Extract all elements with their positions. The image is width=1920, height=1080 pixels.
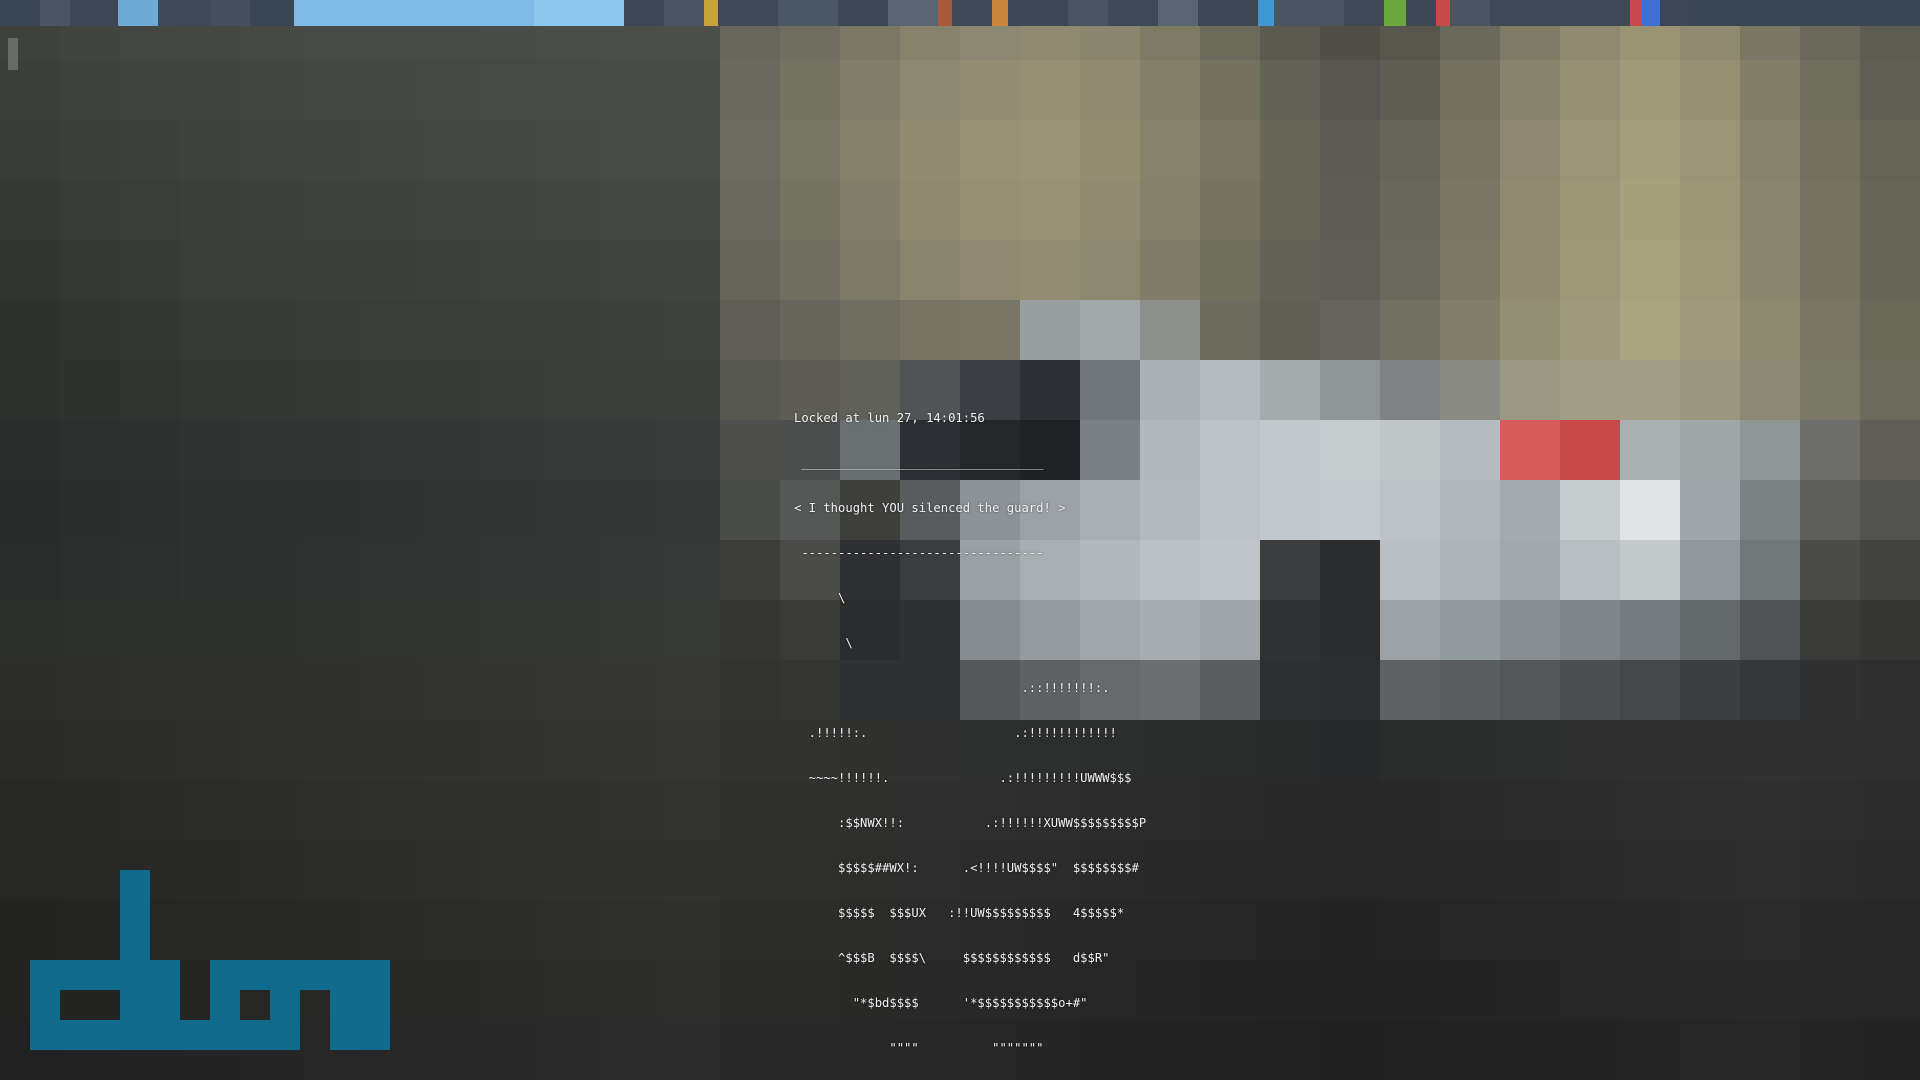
ascii-art-line: $$$$$ $$$UX :!!UW$$$$$$$$$ 4$$$$$* bbox=[794, 906, 1125, 920]
ascii-art-line: "*$bd$$$$ '*$$$$$$$$$$$o+#" bbox=[794, 996, 1088, 1010]
status-bar-block bbox=[1198, 0, 1258, 26]
status-bar-block bbox=[1108, 0, 1158, 26]
status-bar-block bbox=[704, 0, 718, 26]
ascii-art-line: \ bbox=[794, 591, 846, 605]
status-bar-block bbox=[992, 0, 1008, 26]
status-bar-block bbox=[718, 0, 778, 26]
status-bar-block bbox=[1258, 0, 1274, 26]
status-bar-block bbox=[838, 0, 888, 26]
status-bar bbox=[0, 0, 1920, 26]
status-bar-block bbox=[0, 0, 40, 26]
status-bar-block bbox=[70, 0, 118, 26]
status-bar-block bbox=[1490, 0, 1630, 26]
status-bar-block bbox=[952, 0, 992, 26]
status-bar-block bbox=[1690, 0, 1920, 26]
status-bar-block bbox=[888, 0, 938, 26]
status-bar-block bbox=[1436, 0, 1450, 26]
status-bar-block bbox=[1660, 0, 1690, 26]
status-bar-block bbox=[118, 0, 158, 26]
ascii-art-line: :$$NWX!!: .:!!!!!!XUWW$$$$$$$$$P bbox=[794, 816, 1147, 830]
status-bar-block bbox=[158, 0, 210, 26]
status-bar-block bbox=[534, 0, 624, 26]
speech-bubble-bottom: --------------------------------- bbox=[794, 546, 1044, 560]
ascii-art-line: ^$$$B $$$$\ $$$$$$$$$$$$ d$$R" bbox=[794, 951, 1110, 965]
locked-timestamp: Locked at lun 27, 14:01:56 bbox=[794, 411, 985, 425]
ascii-art-line: $$$$$##WX!: .<!!!!UW$$$$" $$$$$$$$# bbox=[794, 861, 1139, 875]
status-bar-block bbox=[1630, 0, 1642, 26]
dwm-logo-stroke bbox=[360, 960, 390, 1050]
status-bar-block bbox=[1274, 0, 1344, 26]
status-bar-block bbox=[778, 0, 838, 26]
ascii-art-line: .!!!!!:. .:!!!!!!!!!!!! bbox=[794, 726, 1117, 740]
ascii-art-line: ~~~~!!!!!!. .:!!!!!!!!!UWWW$$$ bbox=[794, 771, 1132, 785]
status-bar-block bbox=[664, 0, 704, 26]
status-bar-block bbox=[1068, 0, 1108, 26]
window-edge-marker bbox=[8, 38, 18, 70]
ascii-art-line: \ bbox=[794, 636, 853, 650]
dwm-logo-stroke bbox=[30, 1020, 150, 1050]
status-bar-block bbox=[1642, 0, 1660, 26]
speech-bubble-top: _________________________________ bbox=[794, 456, 1044, 470]
dwm-logo bbox=[30, 870, 390, 1050]
dwm-logo-stroke bbox=[330, 960, 360, 1050]
status-bar-block bbox=[250, 0, 294, 26]
dwm-logo-stroke bbox=[210, 960, 240, 1050]
status-bar-block bbox=[210, 0, 250, 26]
status-bar-block bbox=[624, 0, 664, 26]
lock-screen: Locked at lun 27, 14:01:56 _____________… bbox=[0, 0, 1920, 1080]
status-bar-block bbox=[1008, 0, 1068, 26]
ascii-art-line: .::!!!!!!!:. bbox=[794, 681, 1110, 695]
status-bar-block bbox=[1344, 0, 1384, 26]
lock-message-panel: Locked at lun 27, 14:01:56 _____________… bbox=[794, 381, 1146, 1080]
status-bar-block bbox=[1384, 0, 1406, 26]
speech-bubble-message: < I thought YOU silenced the guard! > bbox=[794, 501, 1066, 515]
ascii-art-line: """" """"""" bbox=[794, 1041, 1044, 1055]
status-bar-block bbox=[1450, 0, 1490, 26]
status-bar-block bbox=[1158, 0, 1198, 26]
dwm-logo-stroke bbox=[30, 960, 150, 990]
status-bar-block bbox=[938, 0, 952, 26]
status-bar-block bbox=[40, 0, 70, 26]
dwm-logo-stroke bbox=[270, 960, 300, 1050]
status-bar-block bbox=[294, 0, 534, 26]
status-bar-block bbox=[1406, 0, 1436, 26]
